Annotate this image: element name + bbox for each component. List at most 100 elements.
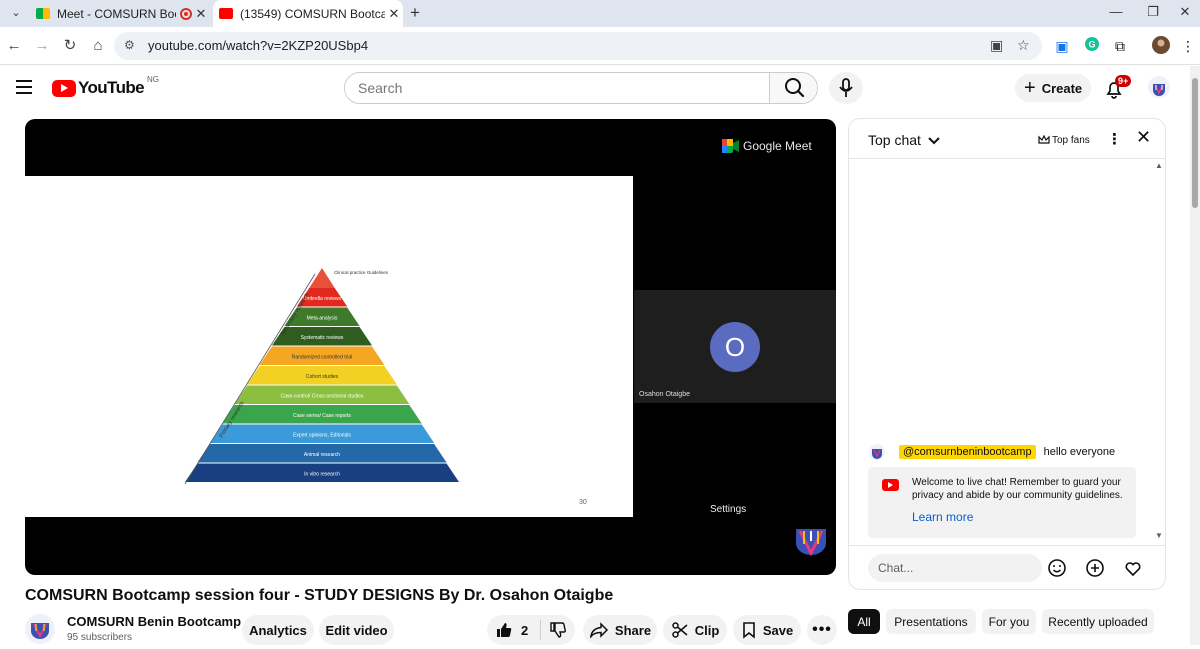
chat-input[interactable]	[868, 554, 1042, 582]
scroll-down-arrow-icon[interactable]: ▼	[1155, 531, 1163, 540]
close-window-icon[interactable]: ✕	[1175, 4, 1195, 20]
hamburger-menu-icon[interactable]	[16, 80, 32, 98]
thumbs-down-icon[interactable]	[549, 621, 567, 639]
pyramid-level: Expert opinions, Editorials	[209, 424, 435, 443]
evidence-pyramid: Umbrella reviewsMeta-analysisSystematic …	[184, 268, 459, 485]
pyramid-level-label: Systematic reviews	[301, 335, 344, 341]
save-label: Save	[762, 622, 794, 638]
restore-icon[interactable]: ❐	[1143, 4, 1163, 20]
chip-recently-uploaded[interactable]: Recently uploaded	[1042, 609, 1154, 634]
close-tab-icon[interactable]: ✕	[385, 6, 403, 22]
more-options-icon[interactable]: ⋮	[1107, 130, 1122, 148]
pyramid-level-label: Animal research	[304, 452, 340, 458]
add-circle-icon[interactable]	[1084, 557, 1106, 579]
extension-screen-icon[interactable]: ▣	[1052, 36, 1072, 56]
cast-icon[interactable]: ▣	[990, 37, 1003, 54]
top-fans-label: Top fans	[1052, 134, 1090, 146]
search-button[interactable]	[769, 73, 817, 103]
participant-avatar: O	[710, 322, 760, 372]
video-player[interactable]: Umbrella reviews Meta-analysis Systematic …	[25, 119, 836, 575]
logo-text: YouTube	[78, 78, 145, 97]
like-count: 2	[521, 622, 529, 638]
chat-mode-dropdown[interactable]: Top chat	[868, 132, 940, 148]
reload-icon[interactable]: ↻	[61, 37, 79, 55]
chip-for-you[interactable]: For you	[982, 609, 1036, 634]
site-info-icon[interactable]: ⚙	[124, 38, 135, 52]
chip-all[interactable]: All	[848, 609, 880, 634]
close-tab-icon[interactable]: ✕	[192, 6, 210, 22]
browser-tab-bar: ⌄ Meet - COMSURN Bootcamp ✕ (13549) COMS…	[0, 0, 1200, 27]
crown-icon	[1038, 135, 1050, 144]
youtube-logo[interactable]: YouTube NG	[52, 74, 159, 98]
voice-search-button[interactable]	[829, 72, 863, 104]
slide-page-number: 30	[579, 499, 587, 506]
author-avatar	[869, 444, 885, 460]
scroll-up-arrow-icon[interactable]: ▲	[1155, 161, 1163, 170]
save-button[interactable]: Save	[733, 615, 801, 645]
pyramid-level: In vitro research	[185, 463, 459, 482]
omnibox[interactable]: ⚙ youtube.com/watch?v=2KZP20USbp4 ▣ ☆	[114, 32, 1042, 60]
share-button[interactable]: Share	[583, 615, 657, 645]
youtube-icon	[882, 479, 899, 491]
url-text[interactable]: youtube.com/watch?v=2KZP20USbp4	[148, 38, 368, 53]
home-icon[interactable]: ⌂	[89, 37, 107, 55]
pyramid-apex	[309, 268, 335, 288]
share-arrow-icon	[589, 622, 608, 638]
like-dislike-group: 2	[487, 615, 575, 645]
scrollbar-thumb[interactable]	[1192, 78, 1198, 208]
emoji-icon[interactable]	[1046, 557, 1068, 579]
bookmark-icon	[743, 622, 755, 639]
create-label: Create	[1041, 80, 1083, 96]
google-meet-badge: Google Meet	[722, 139, 812, 153]
thumbs-up-icon[interactable]	[495, 621, 513, 639]
settings-label: Settings	[710, 504, 747, 515]
new-tab-icon[interactable]: +	[406, 3, 424, 23]
account-avatar[interactable]	[1148, 76, 1170, 98]
pyramid-level-label: Case series/ Case reports	[293, 413, 351, 419]
channel-avatar[interactable]	[25, 614, 55, 644]
edit-video-button[interactable]: Edit video	[319, 615, 394, 645]
tab-search-chevron-icon[interactable]: ⌄	[6, 4, 26, 22]
search-input[interactable]	[345, 73, 769, 103]
clip-button[interactable]: Clip	[663, 615, 727, 645]
plus-icon: +	[1024, 77, 1036, 99]
grammarly-icon[interactable]: G	[1082, 36, 1102, 56]
chrome-menu-icon[interactable]: ⋮	[1178, 36, 1198, 56]
tab-title: Meet - COMSURN Bootcamp	[57, 6, 176, 21]
chat-mode-label: Top chat	[868, 132, 921, 148]
live-chat-panel: Top chat Top fans ⋮ ✕ ▲ @comsurnbeninboo…	[848, 118, 1166, 590]
tab-meet[interactable]: Meet - COMSURN Bootcamp ✕	[30, 0, 210, 27]
bookmark-star-icon[interactable]: ☆	[1017, 37, 1030, 54]
forward-icon[interactable]: →	[33, 37, 51, 55]
profile-avatar-icon[interactable]	[1151, 36, 1171, 56]
extensions-puzzle-icon[interactable]: ⧉	[1110, 36, 1130, 56]
create-button[interactable]: + Create	[1015, 74, 1091, 102]
pyramid-level-label: Cohort studies	[306, 374, 339, 380]
recording-icon	[180, 7, 192, 20]
back-icon[interactable]: ←	[5, 37, 23, 55]
heart-icon[interactable]	[1122, 557, 1144, 579]
close-chat-icon[interactable]: ✕	[1136, 127, 1151, 148]
tab-youtube[interactable]: (13549) COMSURN Bootcamp session four ✕	[213, 0, 403, 27]
analytics-button[interactable]: Analytics	[242, 615, 314, 645]
minimize-icon[interactable]: —	[1106, 4, 1126, 19]
chip-presentations[interactable]: Presentations	[886, 609, 976, 634]
divider	[540, 620, 542, 640]
more-actions-button[interactable]: •••	[807, 615, 837, 645]
chat-input-row	[849, 545, 1165, 589]
pyramid-level: Case series/ Case reports	[222, 405, 422, 424]
channel-watermark-logo[interactable]	[794, 523, 828, 562]
learn-more-link[interactable]: Learn more	[912, 510, 973, 524]
notification-badge: 9+	[1115, 75, 1132, 87]
pyramid-level-label: Case-control/ Cross-sectional studies	[281, 393, 364, 399]
top-fans-button[interactable]: Top fans	[1034, 131, 1094, 149]
subscriber-count: 95 subscribers	[67, 632, 133, 643]
country-code: NG	[147, 74, 159, 84]
more-horizontal-icon: •••	[812, 621, 832, 638]
channel-name[interactable]: COMSURN Benin Bootcamp	[67, 614, 241, 629]
page-scrollbar[interactable]	[1190, 66, 1200, 645]
tab-title: (13549) COMSURN Bootcamp session four	[240, 6, 385, 21]
chat-author[interactable]: @comsurnbeninbootcamp	[899, 445, 1036, 459]
participant-name: Osahon Otaigbe	[639, 391, 690, 398]
chat-message: @comsurnbeninbootcamp hello everyone	[869, 444, 1115, 460]
